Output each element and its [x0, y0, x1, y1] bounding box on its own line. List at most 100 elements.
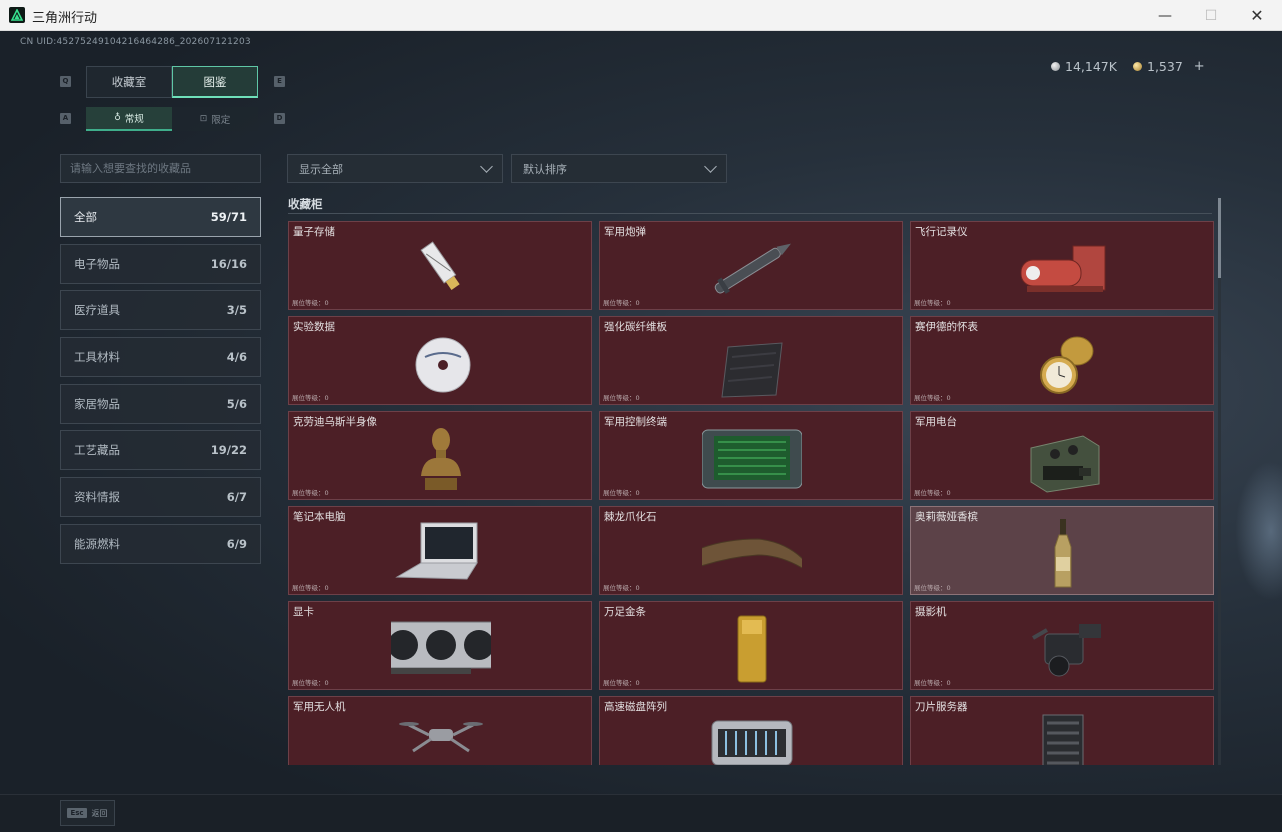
- subtab-limited-label: 限定: [211, 115, 231, 126]
- display-level: 展位等级：0: [603, 679, 640, 687]
- close-button[interactable]: ✕: [1234, 0, 1280, 31]
- item-card[interactable]: 显卡 展位等级：0: [288, 601, 592, 690]
- currency-gold-value: 1,537: [1147, 59, 1183, 74]
- carbon-plate-icon: [721, 342, 783, 398]
- display-level: 展位等级：0: [292, 394, 329, 402]
- display-level: 展位等级：0: [292, 679, 329, 687]
- back-label: 返回: [91, 808, 108, 818]
- item-card[interactable]: 军用炮弹 展位等级：0: [599, 221, 903, 310]
- display-level: 展位等级：0: [603, 584, 640, 592]
- item-card[interactable]: 量子存储 展位等级：0: [288, 221, 592, 310]
- flight-recorder-icon: [1020, 245, 1106, 292]
- category-label: 医疗道具: [74, 303, 120, 318]
- item-name: 军用控制终端: [604, 416, 667, 428]
- app-logo-icon: [9, 7, 25, 23]
- regular-icon: ♁: [114, 113, 121, 123]
- item-name: 显卡: [293, 606, 314, 618]
- background-light-effect: [1235, 461, 1282, 601]
- item-name: 克劳迪乌斯半身像: [293, 416, 377, 428]
- category-count: 3/5: [226, 303, 247, 318]
- item-name: 摄影机: [915, 606, 947, 618]
- bust-icon: [421, 428, 461, 490]
- item-card[interactable]: 万足金条 展位等级：0: [599, 601, 903, 690]
- category-label: 家居物品: [74, 396, 120, 411]
- item-card[interactable]: 赛伊德的怀表 展位等级：0: [910, 316, 1214, 405]
- item-name: 刀片服务器: [915, 701, 968, 713]
- subtab-limited[interactable]: ⊡ 限定: [172, 107, 258, 131]
- window-title: 三角洲行动: [32, 11, 98, 26]
- category-crafts[interactable]: 工艺藏品 19/22: [60, 430, 261, 471]
- sort-value: 默认排序: [523, 162, 567, 176]
- category-all[interactable]: 全部 59/71: [60, 197, 261, 237]
- sub-tabs: ♁ 常规 ⊡ 限定: [86, 107, 258, 131]
- item-card[interactable]: 棘龙爪化石 展位等级：0: [599, 506, 903, 595]
- item-name: 飞行记录仪: [915, 226, 968, 238]
- keybind-d-hint: D: [274, 113, 285, 124]
- display-filter-dropdown[interactable]: 显示全部: [287, 154, 503, 183]
- item-card[interactable]: 高速磁盘阵列 展位等级：0: [599, 696, 903, 765]
- item-card[interactable]: 军用电台 展位等级：0: [910, 411, 1214, 500]
- keybind-e-hint: E: [274, 76, 285, 87]
- item-card[interactable]: 强化碳纤维板 展位等级：0: [599, 316, 903, 405]
- minimize-button[interactable]: —: [1142, 0, 1188, 31]
- item-card[interactable]: 刀片服务器 展位等级：0: [910, 696, 1214, 765]
- chevron-down-icon: [480, 159, 493, 173]
- esc-key-hint: Esc: [67, 808, 87, 818]
- item-card[interactable]: 军用控制终端 展位等级：0: [599, 411, 903, 500]
- champagne-icon: [1054, 519, 1072, 588]
- display-level: 展位等级：0: [603, 394, 640, 402]
- tab-collection-room[interactable]: 收藏室: [86, 66, 172, 98]
- category-label: 资料情报: [74, 490, 120, 505]
- disk-array-icon: [711, 720, 793, 765]
- item-card[interactable]: 飞行记录仪 展位等级：0: [910, 221, 1214, 310]
- item-card[interactable]: 笔记本电脑 展位等级：0: [288, 506, 592, 595]
- add-currency-button[interactable]: +: [1194, 59, 1205, 74]
- item-card[interactable]: 克劳迪乌斯半身像 展位等级：0: [288, 411, 592, 500]
- game-viewport: CN UID:45275249104216464286_202607121203…: [0, 31, 1282, 832]
- category-count: 5/6: [226, 396, 247, 411]
- item-name: 万足金条: [604, 606, 646, 618]
- main-tabs: 收藏室 图鉴: [86, 66, 258, 98]
- item-name: 军用无人机: [293, 701, 346, 713]
- category-electronics[interactable]: 电子物品 16/16: [60, 243, 261, 284]
- item-card[interactable]: 军用无人机 展位等级：0: [288, 696, 592, 765]
- category-energy[interactable]: 能源燃料 6/9: [60, 523, 261, 564]
- display-level: 展位等级：0: [914, 489, 951, 497]
- tab-catalog[interactable]: 图鉴: [172, 66, 258, 98]
- radio-icon: [1030, 435, 1100, 493]
- grid-scrollbar[interactable]: [1218, 198, 1221, 765]
- item-card-selected[interactable]: 奥莉薇娅香槟 展位等级：0: [910, 506, 1214, 595]
- display-level: 展位等级：0: [914, 584, 951, 592]
- grid-scrollbar-thumb[interactable]: [1218, 198, 1221, 278]
- display-level: 展位等级：0: [292, 584, 329, 592]
- back-button[interactable]: Esc 返回: [60, 800, 115, 826]
- category-label: 工具材料: [74, 350, 120, 365]
- disc-icon: [415, 337, 471, 393]
- category-tools[interactable]: 工具材料 4/6: [60, 337, 261, 378]
- keybind-a-hint: A: [60, 113, 71, 124]
- footer-bar: Esc 返回: [0, 794, 1282, 832]
- display-level: 展位等级：0: [603, 489, 640, 497]
- chevron-down-icon: [704, 159, 717, 173]
- section-title: 收藏柜: [288, 197, 323, 211]
- player-uid: CN UID:45275249104216464286_202607121203: [20, 37, 251, 47]
- sort-dropdown[interactable]: 默认排序: [511, 154, 727, 183]
- category-count: 6/7: [226, 490, 247, 505]
- maximize-button[interactable]: ☐: [1188, 0, 1234, 31]
- currency-silver-value: 14,147K: [1065, 59, 1117, 74]
- display-level: 展位等级：0: [914, 679, 951, 687]
- collection-search-input[interactable]: [60, 154, 261, 183]
- subtab-regular[interactable]: ♁ 常规: [86, 107, 172, 131]
- category-label: 电子物品: [74, 256, 120, 271]
- item-card[interactable]: 摄影机 展位等级：0: [910, 601, 1214, 690]
- item-card[interactable]: 实验数据 展位等级：0: [288, 316, 592, 405]
- category-medical[interactable]: 医疗道具 3/5: [60, 290, 261, 331]
- category-household[interactable]: 家居物品 5/6: [60, 383, 261, 424]
- item-name: 赛伊德的怀表: [915, 321, 978, 333]
- currency-silver: 14,147K: [1051, 59, 1117, 74]
- item-name: 高速磁盘阵列: [604, 701, 667, 713]
- category-intel[interactable]: 资料情报 6/7: [60, 477, 261, 518]
- item-name: 军用炮弹: [604, 226, 646, 238]
- terminal-icon: [702, 429, 802, 489]
- subtab-regular-label: 常规: [124, 114, 144, 125]
